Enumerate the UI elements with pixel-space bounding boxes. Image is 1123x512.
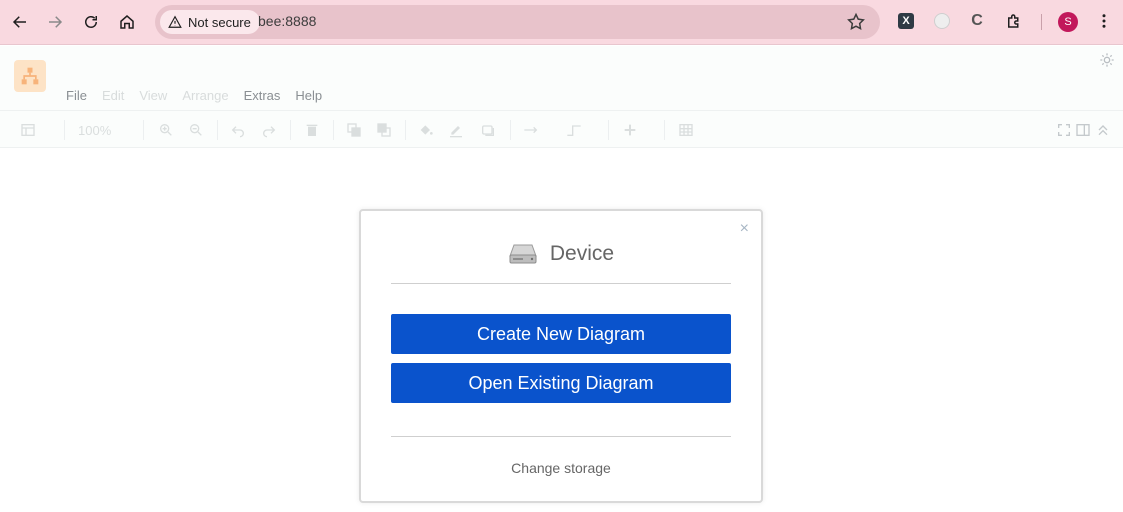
- to-front-icon: [347, 123, 361, 137]
- extension-circle[interactable]: [932, 11, 952, 31]
- sun-icon[interactable]: [1099, 52, 1115, 68]
- delete-button[interactable]: [304, 121, 320, 139]
- redo-icon: [263, 126, 276, 138]
- home-button[interactable]: [113, 8, 141, 36]
- reload-icon: [85, 16, 97, 28]
- profile-avatar[interactable]: S: [1058, 12, 1078, 32]
- to-front-button[interactable]: [346, 121, 362, 139]
- browser-menu-button[interactable]: [1094, 11, 1114, 31]
- format-panel-button[interactable]: [1075, 121, 1091, 139]
- extension-circle-icon: [934, 13, 950, 29]
- to-back-button[interactable]: [376, 121, 392, 139]
- pencil-icon: [450, 126, 462, 138]
- hard-drive-icon: [509, 244, 537, 264]
- paint-bucket-icon: [420, 125, 433, 135]
- menu-view[interactable]: View: [139, 88, 167, 103]
- connection-style-button[interactable]: [523, 121, 539, 139]
- security-chip[interactable]: Not secure: [160, 10, 260, 34]
- extension-x[interactable]: X: [896, 11, 916, 31]
- to-back-icon: [377, 123, 391, 137]
- app-header: File Edit View Arrange Extras Help: [0, 46, 1123, 110]
- dialog-divider: [391, 436, 731, 437]
- zoom-out-button[interactable]: [188, 121, 204, 139]
- reload-button[interactable]: [77, 8, 105, 36]
- toolbar-divider: [1041, 14, 1042, 30]
- app-logo: [14, 60, 46, 92]
- zoom-value: 100%: [78, 122, 112, 138]
- bookmark-star-icon[interactable]: [846, 12, 866, 32]
- toolbar-separator: [290, 120, 291, 140]
- zoom-in-icon: [160, 123, 172, 136]
- puzzle-icon: [1008, 14, 1019, 28]
- menu-edit[interactable]: Edit: [102, 88, 124, 103]
- elbow-connector-icon: [567, 125, 581, 136]
- menu-file[interactable]: File: [66, 88, 87, 103]
- extension-c[interactable]: C: [967, 11, 987, 31]
- toolbar-separator: [64, 120, 65, 140]
- address-bar[interactable]: Not secure bee:8888: [155, 5, 880, 39]
- waypoints-button[interactable]: [566, 121, 582, 139]
- toolbar-separator: [217, 120, 218, 140]
- trash-icon: [306, 124, 318, 136]
- toolbar-separator: [143, 120, 144, 140]
- format-panel-toggle[interactable]: [20, 121, 36, 139]
- forward-button[interactable]: [41, 8, 69, 36]
- zoom-in-button[interactable]: [158, 121, 174, 139]
- menu-extras[interactable]: Extras: [244, 88, 281, 103]
- shadow-button[interactable]: [480, 121, 496, 139]
- fullscreen-icon: [1058, 124, 1070, 136]
- straight-arrow-icon: [524, 126, 538, 134]
- back-arrow-icon: [12, 16, 26, 28]
- undo-icon: [231, 126, 244, 138]
- extension-c-icon: C: [971, 12, 983, 29]
- close-button[interactable]: ×: [740, 221, 749, 237]
- forward-arrow-icon: [49, 16, 63, 28]
- table-button[interactable]: [678, 121, 694, 139]
- open-existing-diagram-button[interactable]: Open Existing Diagram: [391, 363, 731, 403]
- app-toolbar: 100%: [0, 110, 1123, 148]
- url-text[interactable]: bee:8888: [258, 13, 316, 29]
- warning-icon: [168, 15, 182, 28]
- chevrons-up-icon: [1098, 125, 1108, 136]
- dialog-header: Device: [361, 242, 761, 266]
- line-color-button[interactable]: [448, 121, 464, 139]
- menubar: File Edit View Arrange Extras Help: [66, 88, 337, 103]
- undo-button[interactable]: [230, 121, 246, 139]
- insert-button[interactable]: [622, 121, 638, 139]
- back-button[interactable]: [6, 8, 34, 36]
- kebab-menu-icon: [1102, 14, 1106, 28]
- home-icon: [120, 15, 134, 29]
- shadow-icon: [482, 125, 494, 136]
- toolbar-separator: [664, 120, 665, 140]
- browser-toolbar: Not secure bee:8888 X C S: [0, 0, 1123, 45]
- zoom-dropdown[interactable]: 100%: [78, 121, 111, 139]
- toolbar-separator: [405, 120, 406, 140]
- table-icon: [679, 124, 693, 136]
- zoom-out-icon: [190, 123, 202, 136]
- storage-dialog: × Device Create New Diagram Open Existin…: [359, 209, 763, 503]
- menu-help[interactable]: Help: [295, 88, 322, 103]
- change-storage-link[interactable]: Change storage: [361, 460, 761, 476]
- fill-color-button[interactable]: [418, 121, 434, 139]
- create-new-diagram-button[interactable]: Create New Diagram: [391, 314, 731, 354]
- sidebar-icon: [1076, 124, 1090, 136]
- dialog-title: Device: [549, 242, 615, 265]
- toolbar-separator: [608, 120, 609, 140]
- menu-arrange[interactable]: Arrange: [182, 88, 228, 103]
- collapse-toolbar-button[interactable]: [1095, 121, 1111, 139]
- extension-x-icon: X: [898, 13, 914, 29]
- diagram-logo-icon: [21, 67, 39, 85]
- plus-icon: [624, 124, 636, 136]
- security-label: Not secure: [188, 14, 251, 30]
- layout-icon: [21, 124, 35, 136]
- toolbar-separator: [333, 120, 334, 140]
- toolbar-separator: [510, 120, 511, 140]
- redo-button[interactable]: [261, 121, 277, 139]
- extensions-button[interactable]: [1004, 11, 1024, 31]
- dialog-divider: [391, 283, 731, 284]
- fullscreen-button[interactable]: [1056, 121, 1072, 139]
